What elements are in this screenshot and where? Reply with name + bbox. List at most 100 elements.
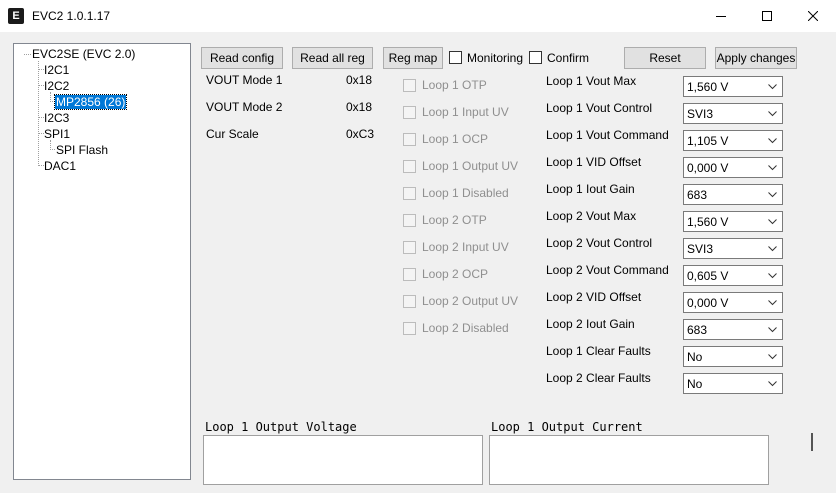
chevron-down-icon	[768, 300, 777, 306]
loop1-vid-offset-value: 0,000 V	[687, 161, 729, 175]
loop1-clear-faults-select[interactable]: No	[683, 346, 783, 367]
vout-mode-2-value: 0x18	[346, 100, 373, 114]
loop2-vid-offset-label: Loop 2 VID Offset	[546, 290, 642, 304]
loop1-output-uv-checkbox	[403, 160, 416, 173]
scrollbar-thumb[interactable]	[811, 433, 813, 451]
loop1-input-uv-checkbox	[403, 106, 416, 119]
loop2-clear-faults-value: No	[687, 377, 703, 391]
monitoring-checkbox[interactable]	[449, 51, 462, 64]
loop2-vout-control-select[interactable]: SVI3	[683, 238, 783, 259]
loop2-input-uv-checkbox	[403, 241, 416, 254]
loop2-vout-max-select[interactable]: 1,560 V	[683, 211, 783, 232]
apply-changes-button[interactable]: Apply changes	[715, 47, 797, 69]
loop1-input-uv-label: Loop 1 Input UV	[422, 105, 509, 119]
loop1-clear-faults-label: Loop 1 Clear Faults	[546, 344, 651, 358]
loop1-vout-max-select[interactable]: 1,560 V	[683, 76, 783, 97]
loop1-vout-command-select[interactable]: 1,105 V	[683, 130, 783, 151]
chevron-down-icon	[768, 192, 777, 198]
monitoring-label: Monitoring	[467, 51, 524, 65]
loop2-vout-command-label: Loop 2 Vout Command	[546, 263, 669, 277]
tree-node-spi1[interactable]: SPI1	[44, 127, 70, 141]
vertical-scrollbar[interactable]	[806, 417, 820, 479]
chevron-down-icon	[768, 327, 777, 333]
vout-mode-1-value: 0x18	[346, 73, 373, 87]
tree-node-evc2se[interactable]: EVC2SE (EVC 2.0)	[32, 47, 135, 61]
loop1-vout-command-value: 1,105 V	[687, 134, 729, 148]
tree-node-i2c2[interactable]: I2C2	[44, 79, 69, 93]
loop2-vout-control-label: Loop 2 Vout Control	[546, 236, 653, 250]
loop1-iout-gain-label: Loop 1 Iout Gain	[546, 182, 635, 196]
reg-map-button[interactable]: Reg map	[383, 47, 443, 69]
maximize-button[interactable]	[744, 0, 790, 32]
chevron-down-icon	[768, 219, 777, 225]
loop1-ocp-checkbox	[403, 133, 416, 146]
loop2-input-uv-label: Loop 2 Input UV	[422, 240, 509, 254]
loop2-iout-gain-label: Loop 2 Iout Gain	[546, 317, 635, 331]
cur-scale-label: Cur Scale	[206, 127, 259, 141]
minimize-icon	[716, 16, 726, 17]
chevron-down-icon	[768, 273, 777, 279]
loop1-ocp-label: Loop 1 OCP	[422, 132, 489, 146]
cur-scale-value: 0xC3	[346, 127, 375, 141]
reset-button[interactable]: Reset	[624, 47, 706, 69]
close-button[interactable]	[790, 0, 836, 32]
loop1-vout-control-label: Loop 1 Vout Control	[546, 101, 653, 115]
loop1-vout-command-label: Loop 1 Vout Command	[546, 128, 669, 142]
loop1-disabled-label: Loop 1 Disabled	[422, 186, 509, 200]
tree-node-spi-flash[interactable]: SPI Flash	[56, 143, 108, 157]
loop2-otp-checkbox	[403, 214, 416, 227]
tree-node-i2c3[interactable]: I2C3	[44, 111, 69, 125]
loop2-iout-gain-value: 683	[687, 323, 708, 337]
loop1-vout-max-value: 1,560 V	[687, 80, 729, 94]
loop1-vid-offset-select[interactable]: 0,000 V	[683, 157, 783, 178]
loop2-vid-offset-select[interactable]: 0,000 V	[683, 292, 783, 313]
loop2-otp-label: Loop 2 OTP	[422, 213, 487, 227]
title-bar: E EVC2 1.0.1.17	[0, 0, 836, 32]
loop1-iout-gain-select[interactable]: 683	[683, 184, 783, 205]
minimize-button[interactable]	[698, 0, 744, 32]
loop1-clear-faults-value: No	[687, 350, 703, 364]
loop1-output-current-chart	[489, 435, 769, 485]
tree-node-i2c1[interactable]: I2C1	[44, 63, 69, 77]
loop1-otp-checkbox	[403, 79, 416, 92]
confirm-checkbox[interactable]	[529, 51, 542, 64]
loop2-ocp-label: Loop 2 OCP	[422, 267, 489, 281]
chevron-down-icon	[768, 246, 777, 252]
loop1-vout-max-label: Loop 1 Vout Max	[546, 74, 637, 88]
chevron-down-icon	[768, 165, 777, 171]
tree-line	[50, 149, 55, 150]
loop1-vout-control-value: SVI3	[687, 107, 714, 121]
tree-node-mp2856[interactable]: MP2856 (26)	[53, 94, 128, 110]
maximize-icon	[762, 11, 772, 21]
loop2-vout-command-value: 0,605 V	[687, 269, 729, 283]
read-all-reg-button[interactable]: Read all reg	[292, 47, 373, 69]
loop2-clear-faults-select[interactable]: No	[683, 373, 783, 394]
tree-line	[24, 54, 31, 55]
confirm-label: Confirm	[547, 51, 590, 65]
chevron-down-icon	[768, 84, 777, 90]
loop2-output-uv-checkbox	[403, 295, 416, 308]
loop2-disabled-checkbox	[403, 322, 416, 335]
loop2-iout-gain-select[interactable]: 683	[683, 319, 783, 340]
chevron-down-icon	[768, 138, 777, 144]
loop1-output-current-title: Loop 1 Output Current	[491, 420, 643, 434]
device-tree[interactable]: EVC2SE (EVC 2.0) I2C1 I2C2 MP2856 (26) I…	[13, 43, 191, 480]
tree-line	[38, 61, 39, 166]
chevron-down-icon	[768, 111, 777, 117]
chevron-down-icon	[768, 354, 777, 360]
loop2-vout-control-value: SVI3	[687, 242, 714, 256]
loop2-vout-max-label: Loop 2 Vout Max	[546, 209, 637, 223]
loop2-output-uv-label: Loop 2 Output UV	[422, 294, 519, 308]
loop1-output-uv-label: Loop 1 Output UV	[422, 159, 519, 173]
chevron-down-icon	[768, 381, 777, 387]
tree-node-dac1[interactable]: DAC1	[44, 159, 76, 173]
loop2-clear-faults-label: Loop 2 Clear Faults	[546, 371, 651, 385]
loop1-output-voltage-chart	[203, 435, 483, 485]
loop1-iout-gain-value: 683	[687, 188, 708, 202]
close-icon	[808, 11, 818, 21]
loop2-vout-command-select[interactable]: 0,605 V	[683, 265, 783, 286]
loop1-otp-label: Loop 1 OTP	[422, 78, 487, 92]
read-config-button[interactable]: Read config	[201, 47, 283, 69]
loop1-vout-control-select[interactable]: SVI3	[683, 103, 783, 124]
vout-mode-2-label: VOUT Mode 2	[206, 100, 283, 114]
